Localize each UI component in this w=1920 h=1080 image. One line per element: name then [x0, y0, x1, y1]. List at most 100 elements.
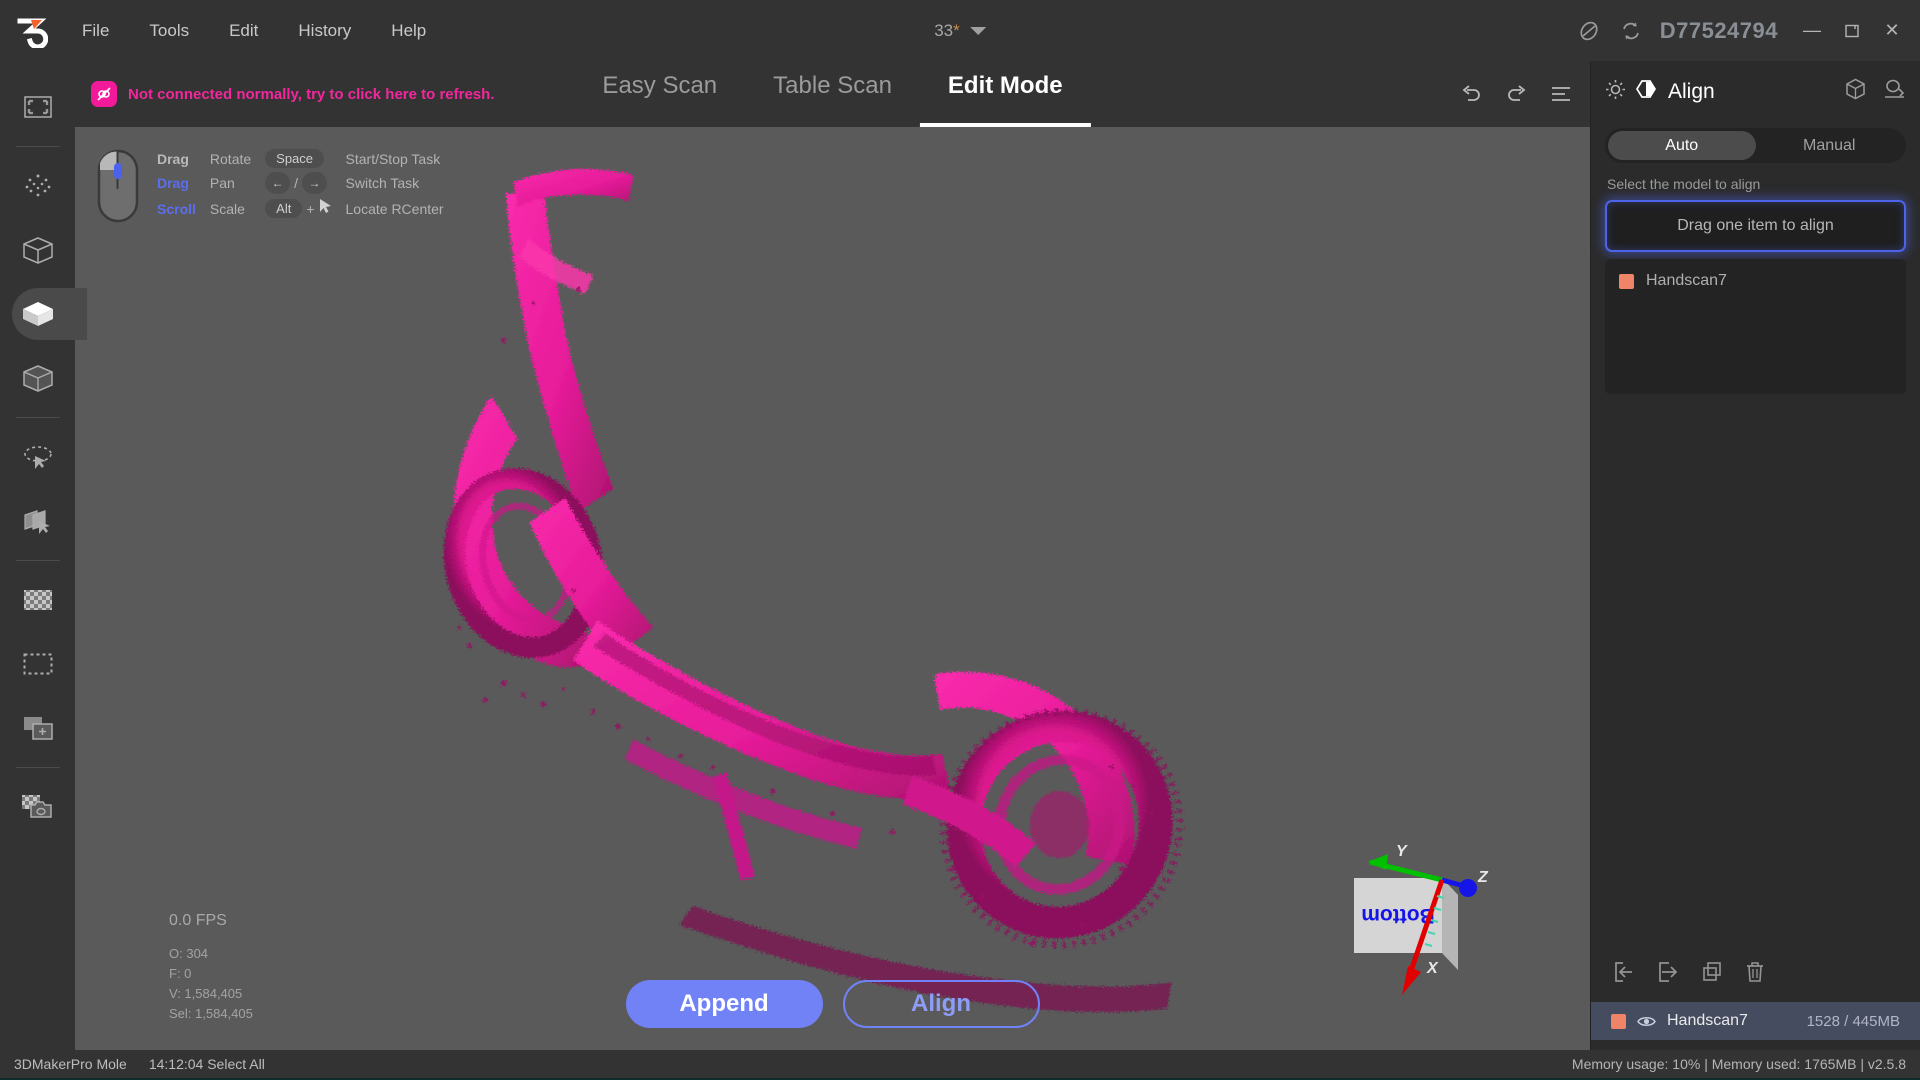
- minimize-button[interactable]: —: [1792, 10, 1832, 52]
- right-panel: Align Auto Manual Select the model to al…: [1590, 61, 1920, 1050]
- model-list-row[interactable]: Handscan7 1528 / 445MB: [1591, 1002, 1920, 1040]
- snapshot-button[interactable]: [0, 775, 75, 839]
- eye-icon[interactable]: [1637, 1015, 1656, 1028]
- model-memory: 1528 / 445MB: [1806, 1012, 1900, 1030]
- lasso-select-button[interactable]: [0, 425, 75, 489]
- point-cloud-view-button[interactable]: [0, 154, 75, 218]
- close-button[interactable]: ✕: [1872, 10, 1912, 52]
- arrow-right-icon: →: [302, 172, 328, 194]
- help-action-scale: Scale: [209, 200, 245, 217]
- help-action-switch-task: Switch Task: [345, 175, 420, 191]
- tab-edit-mode[interactable]: Edit Mode: [919, 61, 1091, 127]
- fit-to-view-button[interactable]: [0, 75, 75, 139]
- add-layer-button[interactable]: [0, 696, 75, 760]
- toolbar-divider: [15, 146, 60, 147]
- menu-item-file[interactable]: File: [62, 15, 129, 47]
- solid-view-button[interactable]: [0, 282, 87, 346]
- duplicate-icon[interactable]: [1701, 961, 1723, 988]
- gizmo-face-label: Bottom: [1361, 904, 1434, 927]
- menu-item-tools[interactable]: Tools: [129, 15, 209, 47]
- viewport-help-overlay: Drag Rotate Space Start/Stop Task Drag P…: [97, 149, 444, 223]
- slash-separator: /: [294, 175, 299, 191]
- align-item-label: Handscan7: [1646, 272, 1727, 289]
- face-count: F: 0: [169, 966, 192, 981]
- marquee-select-button[interactable]: [0, 632, 75, 696]
- device-circle-icon[interactable]: [1568, 10, 1610, 52]
- object-count: O: 304: [169, 946, 209, 961]
- help-key-drag-pan: Drag: [157, 175, 189, 191]
- trash-icon[interactable]: [1745, 961, 1765, 988]
- tab-table-scan[interactable]: Table Scan: [745, 61, 920, 127]
- left-toolbar: [0, 61, 87, 1050]
- device-serial: D77524794: [1659, 17, 1778, 43]
- menu-item-help[interactable]: Help: [371, 15, 446, 47]
- gizmo-axis-z: Z: [1477, 869, 1489, 886]
- help-action-start-stop: Start/Stop Task: [345, 150, 441, 167]
- memory-info: Memory usage: 10% | Memory used: 1765MB …: [1571, 1056, 1906, 1072]
- wireframe-view-button[interactable]: [0, 218, 75, 282]
- plane-select-button[interactable]: [0, 489, 75, 553]
- model-list-toolbar: [1591, 946, 1920, 1002]
- viewport-actions: Append Align: [625, 980, 1040, 1028]
- connection-warning-text: Not connected normally, try to click her…: [128, 85, 495, 103]
- texture-toggle-button[interactable]: [0, 568, 75, 632]
- mode-bar: Not connected normally, try to click her…: [75, 61, 1590, 127]
- maximize-icon[interactable]: [1832, 10, 1872, 52]
- main-content-row: Not connected normally, try to click her…: [0, 61, 1920, 1050]
- panel-header-actions: [1845, 78, 1906, 105]
- zoom-level-value: 33*: [934, 21, 960, 41]
- zoom-number: 33: [934, 20, 954, 40]
- titlebar-right-controls: D77524794 — ✕: [1568, 0, 1920, 61]
- 3d-viewport[interactable]: Drag Rotate Space Start/Stop Task Drag P…: [75, 127, 1590, 1050]
- align-mode-toggle: Auto Manual: [1605, 128, 1906, 163]
- align-mode-manual[interactable]: Manual: [1756, 131, 1904, 160]
- undo-icon[interactable]: [1460, 84, 1483, 104]
- viewport-column: Not connected normally, try to click her…: [75, 61, 1590, 1050]
- help-key-drag-rotate: Drag: [157, 150, 189, 167]
- help-action-rotate: Rotate: [209, 150, 252, 167]
- append-button[interactable]: Append: [625, 980, 823, 1028]
- gizmo-axis-x: X: [1426, 960, 1439, 977]
- tab-easy-scan[interactable]: Easy Scan: [574, 61, 745, 127]
- help-action-pan: Pan: [209, 175, 235, 191]
- select-model-hint: Select the model to align: [1607, 176, 1761, 192]
- list-lines-icon[interactable]: [1550, 85, 1572, 103]
- align-mode-auto[interactable]: Auto: [1608, 131, 1756, 160]
- title-bar: File Tools Edit History Help 33* D775247…: [0, 0, 1920, 61]
- menu-bar: File Tools Edit History Help: [62, 15, 446, 47]
- connection-warning[interactable]: Not connected normally, try to click her…: [91, 81, 494, 107]
- menu-item-edit[interactable]: Edit: [209, 15, 278, 47]
- panel-header: Align: [1591, 61, 1920, 122]
- zoom-modified-marker: *: [953, 20, 960, 40]
- refresh-icon[interactable]: [1610, 10, 1652, 52]
- measure-icon[interactable]: [1884, 78, 1906, 105]
- transparent-view-button[interactable]: [0, 346, 75, 410]
- logo-3dmakerpro-icon[interactable]: [0, 0, 62, 61]
- panel-spacer: [1591, 394, 1920, 946]
- align-candidate-list: Handscan7: [1605, 259, 1906, 394]
- list-item[interactable]: Handscan7: [1605, 268, 1906, 294]
- model-color-swatch: [1619, 273, 1634, 289]
- import-icon[interactable]: [1613, 961, 1635, 988]
- panel-title: Align: [1668, 79, 1715, 103]
- viewport-stats: 0.0 FPS O: 304 F: 0 V: 1,584,405 Sel: 1,…: [169, 912, 253, 1024]
- selected-count: Sel: 1,584,405: [169, 1006, 253, 1021]
- align-dropzone[interactable]: Drag one item to align: [1605, 200, 1906, 252]
- model-name: Handscan7: [1667, 1012, 1748, 1029]
- menu-item-history[interactable]: History: [278, 15, 371, 47]
- status-bar: 3DMakerPro Mole 14:12:04 Select All Memo…: [0, 1050, 1920, 1078]
- mode-tabs: Easy Scan Table Scan Edit Mode: [574, 61, 1091, 127]
- application-window: File Tools Edit History Help 33* D775247…: [0, 0, 1920, 1080]
- zoom-level-selector[interactable]: 33*: [934, 21, 986, 41]
- model-color-swatch: [1611, 1013, 1626, 1029]
- cube-icon[interactable]: [1845, 78, 1866, 105]
- chevron-down-icon[interactable]: [969, 26, 986, 35]
- toolbar-divider: [15, 767, 60, 768]
- axis-gizmo[interactable]: Bottom Y Z X: [1322, 840, 1502, 1010]
- mouse-icon: [97, 149, 139, 223]
- redo-icon[interactable]: [1505, 84, 1528, 104]
- sun-icon[interactable]: [1605, 79, 1626, 105]
- align-button[interactable]: Align: [842, 980, 1040, 1028]
- help-key-arrows: ← / →: [265, 172, 331, 194]
- export-icon[interactable]: [1657, 961, 1679, 988]
